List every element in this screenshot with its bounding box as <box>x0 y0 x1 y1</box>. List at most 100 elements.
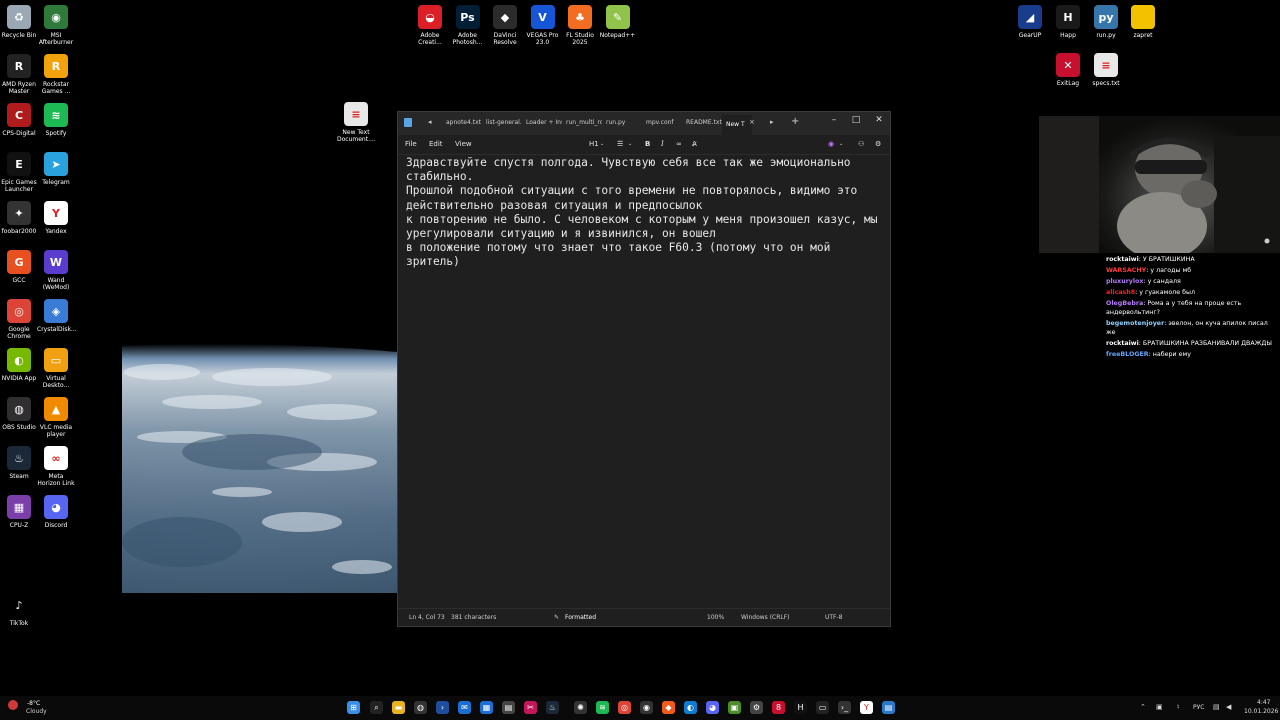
menu-file[interactable]: File <box>405 140 417 148</box>
weather-desc[interactable]: Cloudy <box>26 708 47 715</box>
new-tab-icon[interactable]: + <box>791 116 799 127</box>
weather-icon[interactable] <box>8 700 18 710</box>
github-icon[interactable]: ◉ <box>640 701 653 714</box>
desktop-shortcut[interactable]: E Epic Games Launcher <box>0 152 38 193</box>
chat-username[interactable]: rocktaiwi <box>1106 256 1139 263</box>
desktop-shortcut[interactable]: ♣ FL Studio 2025 <box>561 5 599 46</box>
network-icon[interactable]: ▤ <box>1213 703 1220 711</box>
file-explorer-icon[interactable]: ▬ <box>392 701 405 714</box>
chevron-down-icon[interactable]: ⌄ <box>628 141 632 147</box>
clock-time[interactable]: 4:47 <box>1257 699 1270 706</box>
chat-username[interactable]: OlegBebra <box>1106 300 1143 307</box>
microphone-icon[interactable]: ♮ <box>1177 703 1180 711</box>
chat-username[interactable]: freeBLOGER <box>1106 351 1149 358</box>
list-icon[interactable]: ☰ <box>617 140 623 148</box>
desktop-shortcut[interactable]: ♻ Recycle Bin <box>0 5 38 39</box>
desktop-shortcut[interactable]: R AMD Ryzen Master <box>0 54 38 95</box>
weather-temp[interactable]: -8°C <box>27 700 40 707</box>
desktop-shortcut[interactable]: W Wand (WeMod) <box>37 250 75 291</box>
terminal-icon[interactable]: ›_ <box>838 701 851 714</box>
desktop-shortcut[interactable]: G GCC <box>0 250 38 284</box>
desktop-shortcut[interactable]: ➤ Telegram <box>37 152 75 186</box>
menu-edit[interactable]: Edit <box>429 140 443 148</box>
desktop-shortcut[interactable]: ◉ MSI Afterburner <box>37 5 75 46</box>
desktop-shortcut[interactable]: ≡ specs.txt <box>1087 53 1125 87</box>
app-icon[interactable]: 8 <box>772 701 785 714</box>
chevron-down-icon[interactable]: ⌄ <box>600 141 604 147</box>
volume-icon[interactable]: ◀ <box>1226 703 1231 711</box>
notepad-text-area[interactable]: Здравствуйте спустя полгода. Чувствую се… <box>406 156 882 270</box>
desktop-shortcut[interactable]: py run.py <box>1087 5 1125 39</box>
chat-username[interactable]: WARSACHY <box>1106 267 1146 274</box>
close-icon[interactable]: ✕ <box>869 115 889 125</box>
tab-mpv-conf[interactable]: mpv.conf <box>646 119 682 126</box>
tab-run-py[interactable]: run.py <box>606 119 642 126</box>
tab-apnote4[interactable]: apnote4.txt <box>446 119 484 126</box>
desktop-shortcut[interactable]: Ps Adobe Photosh... <box>449 5 487 46</box>
start-icon[interactable]: ⊞ <box>347 701 360 714</box>
desktop-shortcut[interactable]: ▦ CPU-Z <box>0 495 38 529</box>
status-zoom[interactable]: 100% <box>707 614 724 621</box>
desktop-shortcut[interactable]: ✕ ExitLag <box>1049 53 1087 87</box>
happ-icon[interactable]: H <box>794 701 807 714</box>
chevron-down-icon[interactable]: ⌄ <box>839 141 843 147</box>
desktop-shortcut[interactable]: ◆ DaVinci Resolve <box>486 5 524 46</box>
menu-view[interactable]: View <box>455 140 472 148</box>
heading-dropdown[interactable]: H1 <box>589 140 599 148</box>
desktop-shortcut[interactable]: ◢ GearUP <box>1011 5 1049 39</box>
account-icon[interactable]: ⚇ <box>858 140 864 148</box>
desktop-shortcut[interactable]: ▭ Virtual Deskto... <box>37 348 75 389</box>
desktop-shortcut[interactable]: ✦ foobar2000 <box>0 201 38 235</box>
desktop-shortcut[interactable]: ≡ New Text Document.... <box>337 102 376 143</box>
chrome-icon[interactable]: ◎ <box>618 701 631 714</box>
link-icon[interactable]: ∞ <box>676 140 682 148</box>
tab-readme[interactable]: README.txt <box>686 119 722 126</box>
chatgpt-icon[interactable]: ✺ <box>574 701 587 714</box>
desktop-shortcut[interactable]: Y Yandex <box>37 201 75 235</box>
language-indicator[interactable]: РУС <box>1193 704 1204 711</box>
terminal-icon[interactable]: ▭ <box>816 701 829 714</box>
desktop-shortcut[interactable]: ◎ Google Chrome <box>0 299 38 340</box>
desktop-shortcut[interactable]: ◕ Discord <box>37 495 75 529</box>
status-line-ending[interactable]: Windows (CRLF) <box>741 614 790 621</box>
tab-close-icon[interactable]: × <box>749 118 755 126</box>
chevron-up-icon[interactable]: ⌃ <box>1140 703 1146 711</box>
tab-scroll-right-icon[interactable]: ▸ <box>770 118 774 126</box>
italic-icon[interactable]: I <box>661 140 664 148</box>
desktop-shortcut[interactable]: R Rockstar Games ... <box>37 54 75 95</box>
desktop-shortcut[interactable]: ∞ Meta Horizon Link <box>37 446 75 487</box>
calculator-icon[interactable]: ▤ <box>502 701 515 714</box>
desktop-shortcut[interactable]: H Happ <box>1049 5 1087 39</box>
desktop-shortcut[interactable]: ✎ Notepad++ <box>599 5 637 39</box>
tab-run-multi[interactable]: run_multi_ro <box>566 119 602 126</box>
notepad-icon[interactable]: ▤ <box>882 701 895 714</box>
store-icon[interactable]: ▦ <box>480 701 493 714</box>
desktop-shortcut[interactable]: ▲ VLC media player <box>37 397 75 438</box>
bold-icon[interactable]: B <box>645 140 650 148</box>
chat-username[interactable]: begemotenjoyer <box>1106 320 1164 327</box>
camera-icon[interactable]: ▣ <box>1156 703 1163 711</box>
chat-username[interactable]: pluxurylox <box>1106 278 1143 285</box>
desktop-shortcut[interactable]: ◒ Adobe Creati... <box>411 5 449 46</box>
desktop-shortcut[interactable]: V VEGAS Pro 23.0 <box>524 5 562 46</box>
brave-icon[interactable]: ◆ <box>662 701 675 714</box>
obs-icon[interactable]: ◍ <box>414 701 427 714</box>
status-encoding[interactable]: UTF-8 <box>825 614 843 621</box>
spotify-icon[interactable]: ≋ <box>596 701 609 714</box>
clear-format-icon[interactable]: A̷ <box>692 140 697 148</box>
desktop-shortcut[interactable]: ◍ OBS Studio <box>0 397 38 431</box>
discord-icon[interactable]: ◕ <box>706 701 719 714</box>
snipping-icon[interactable]: ✂ <box>524 701 537 714</box>
steam-icon[interactable]: ♨ <box>546 701 559 714</box>
search-icon[interactable]: ⌕ <box>370 701 383 714</box>
clock-date[interactable]: 10.01.2026 <box>1244 708 1278 715</box>
powershell-icon[interactable]: › <box>436 701 449 714</box>
edge-icon[interactable]: ◐ <box>684 701 697 714</box>
copilot-icon[interactable]: ◉ <box>828 140 834 148</box>
chat-username[interactable]: alicash8 <box>1106 289 1135 296</box>
settings-gear-icon[interactable]: ⚙ <box>750 701 763 714</box>
desktop-shortcut[interactable]: ◐ NVIDIA App <box>0 348 38 382</box>
desktop-shortcut[interactable]: zapret <box>1124 5 1162 39</box>
settings-gear-icon[interactable]: ⚙ <box>875 140 881 148</box>
tab-new-text[interactable]: New T <box>722 115 752 135</box>
